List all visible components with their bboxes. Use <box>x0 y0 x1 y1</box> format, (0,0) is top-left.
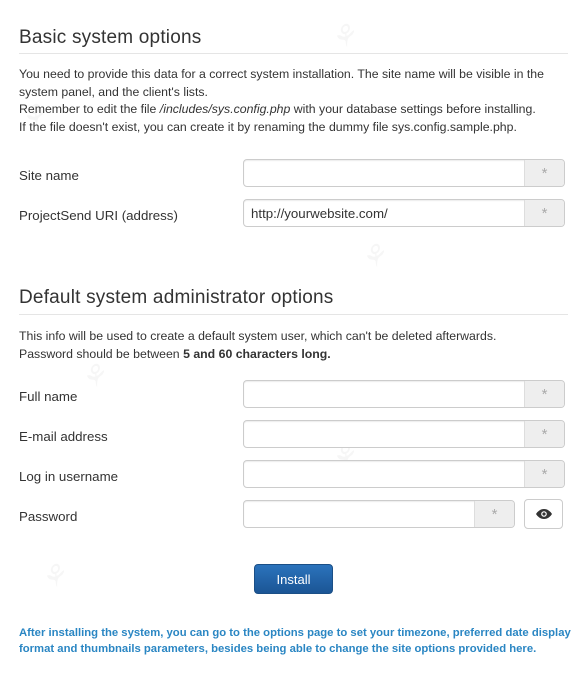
admin-intro-line-2-before: Password should be between <box>19 346 184 361</box>
username-field-group: * <box>243 460 565 488</box>
config-file-path: /includes/sys.config.php <box>159 102 291 116</box>
required-asterisk-icon: * <box>524 461 564 487</box>
username-label: Log in username <box>19 469 119 484</box>
required-asterisk-icon: * <box>524 160 564 186</box>
basic-options-intro: You need to provide this data for a corr… <box>19 66 579 136</box>
username-input[interactable] <box>244 461 524 487</box>
intro-line-3: If the file doesn't exist, you can creat… <box>19 119 517 134</box>
admin-intro-line-1: This info will be used to create a defau… <box>19 329 497 343</box>
password-input[interactable] <box>244 501 474 527</box>
site-name-label: Site name <box>19 168 79 183</box>
intro-line-1: You need to provide this data for a corr… <box>19 67 544 99</box>
required-asterisk-icon: * <box>524 200 564 226</box>
password-label: Password <box>19 509 78 524</box>
basic-options-divider <box>19 53 568 54</box>
required-asterisk-icon: * <box>524 421 564 447</box>
site-name-field-group: * <box>243 159 565 187</box>
admin-options-intro: This info will be used to create a defau… <box>19 328 579 363</box>
full-name-field-group: * <box>243 380 565 408</box>
uri-field-group: * <box>243 199 565 227</box>
intro-line-2-after: with your database settings before insta… <box>290 102 536 116</box>
intro-line-2-before: Remember to edit the file <box>19 102 160 116</box>
full-name-label: Full name <box>19 389 78 404</box>
install-page: ⚘ ⚘ ⚘ ⚘ ⚘ ⚘ Basic system options You nee… <box>0 0 587 693</box>
email-input[interactable] <box>244 421 524 447</box>
post-install-note: After installing the system, you can go … <box>19 627 571 655</box>
password-length-rule: 5 and 60 characters long. <box>183 346 331 361</box>
uri-label: ProjectSend URI (address) <box>19 208 178 223</box>
uri-input[interactable] <box>244 200 524 226</box>
basic-options-title: Basic system options <box>19 27 202 48</box>
site-name-input[interactable] <box>244 160 524 186</box>
email-label: E-mail address <box>19 429 108 444</box>
password-field-group: * <box>243 500 515 528</box>
required-asterisk-icon: * <box>474 501 514 527</box>
required-asterisk-icon: * <box>524 381 564 407</box>
show-password-button[interactable] <box>524 499 563 529</box>
admin-options-title: Default system administrator options <box>19 287 334 308</box>
full-name-input[interactable] <box>244 381 524 407</box>
watermark-logo: ⚘ <box>35 557 71 599</box>
install-button[interactable]: Install <box>254 564 333 594</box>
watermark-logo: ⚘ <box>355 237 391 279</box>
eye-icon <box>535 509 552 519</box>
email-field-group: * <box>243 420 565 448</box>
admin-options-divider <box>19 314 568 315</box>
